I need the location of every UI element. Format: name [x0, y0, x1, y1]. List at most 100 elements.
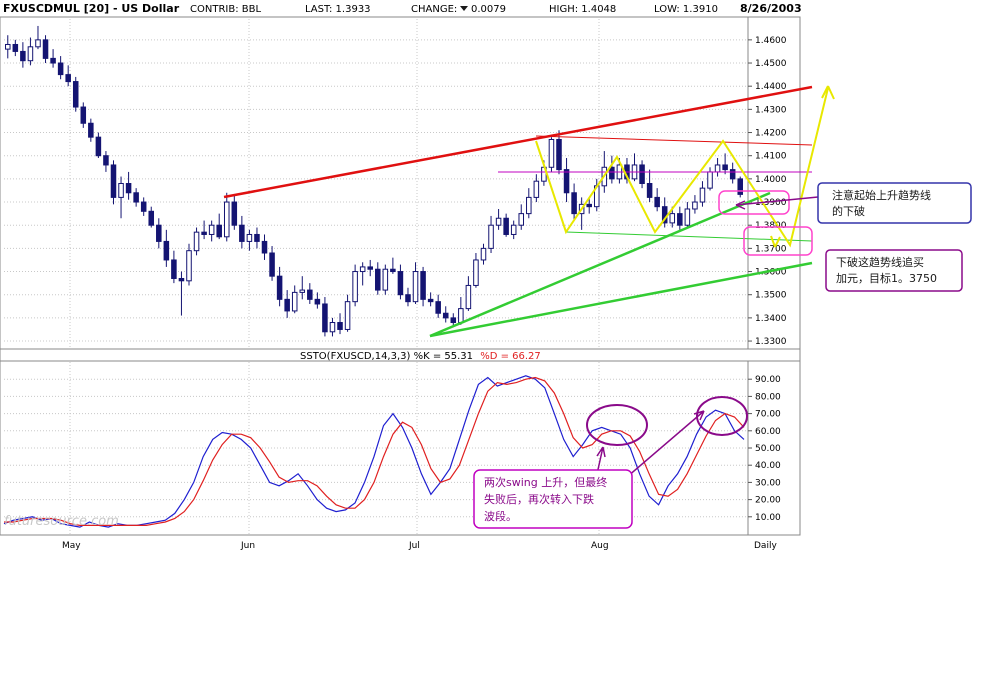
indicator-tick-label: 60.00	[755, 427, 781, 437]
candle-body-down	[314, 298, 321, 305]
candle-body-down	[337, 322, 343, 330]
price-tick-label: 1.3500	[755, 291, 787, 301]
candle-body-down	[503, 217, 509, 235]
note3-line-1: 两次swing 上升，但最终	[484, 475, 607, 489]
indicator-tick-label: 20.00	[755, 496, 781, 506]
frequency-label: Daily	[754, 541, 777, 551]
candle-body-down	[103, 155, 109, 166]
indicator-tick-label: 50.00	[755, 444, 781, 454]
note3-line-2: 失败后，再次转入下跌	[484, 492, 594, 506]
candle-body-down	[284, 298, 290, 312]
candle-body-up	[359, 266, 366, 273]
price-tick-label: 1.3800	[755, 221, 787, 231]
annotation-note-2: 下破这趋势线追买 加元，目标1。3750	[825, 249, 963, 292]
candle-body-down	[88, 122, 94, 138]
candle	[382, 264, 389, 295]
indicator-header-text: SSTO(FXUSCD,14,3,3) %K = 55.31 %D = 66.2…	[300, 351, 541, 362]
candle-body-down	[171, 259, 177, 279]
month-label-jun: Jun	[240, 541, 255, 551]
candle-body-down	[729, 169, 736, 180]
candle-body-up	[382, 268, 389, 291]
watermark: futuresource.com	[4, 514, 119, 529]
candle-body-down	[12, 43, 19, 52]
candle-body-down	[722, 164, 728, 171]
candle-body-down	[216, 224, 222, 238]
candle	[72, 76, 79, 112]
candle-body-down	[397, 271, 404, 296]
candle-body-up	[344, 301, 351, 330]
candle-body-up	[291, 291, 298, 312]
candle-body-up	[518, 213, 525, 226]
price-tick-label: 1.4400	[755, 82, 787, 92]
candle-body-down	[201, 231, 207, 235]
header-change-label: CHANGE:	[411, 4, 457, 15]
indicator-header-d: %D = 66.27	[480, 351, 541, 362]
candle-body-up	[699, 187, 706, 203]
note2-line-1: 下破这趋势线追买	[836, 255, 924, 269]
price-tick-label: 1.3400	[755, 314, 787, 324]
candle-body-up	[533, 180, 540, 198]
candle-body-up	[27, 46, 34, 62]
x-axis: May Jun Jul Aug Daily	[62, 541, 777, 551]
candle-body-down	[133, 192, 139, 203]
candle-body-down	[435, 301, 441, 314]
candle-body-up	[473, 259, 479, 286]
price-tick-label: 1.3300	[755, 337, 787, 347]
candle-body-down	[140, 201, 147, 212]
note2-line-2: 加元，目标1。3750	[836, 271, 937, 285]
candle-body-up	[692, 201, 698, 210]
candle-body-up	[707, 171, 713, 189]
candle-body-up	[208, 224, 215, 235]
candle-body-up	[118, 183, 124, 198]
candle-body-down	[367, 266, 373, 270]
candle-body-down	[609, 166, 615, 180]
candle-body-down	[20, 50, 26, 62]
candle-body-up	[412, 271, 419, 303]
candle-body-down	[737, 178, 743, 195]
candle-body-up	[186, 250, 192, 282]
candle-body-down	[125, 183, 132, 194]
candle-body-up	[223, 201, 230, 238]
candle-body-down	[269, 252, 275, 277]
candle-body-down	[639, 164, 645, 184]
note1-line-2: 的下破	[832, 204, 865, 218]
candle-body-down	[427, 298, 434, 303]
candle-body-down	[42, 39, 49, 59]
candle-body-down	[375, 268, 381, 291]
candle-body-down	[390, 268, 396, 273]
candle-body-up	[458, 308, 464, 324]
header-date: 8/26/2003	[740, 2, 802, 15]
candle-body-down	[571, 192, 577, 215]
candle	[639, 160, 645, 189]
candle-body-up	[329, 322, 336, 333]
yellow-arrow-up-icon	[821, 85, 835, 100]
indicator-tick-label: 80.00	[755, 392, 781, 402]
candle-body-down	[261, 240, 268, 254]
price-tick-label: 1.4300	[755, 105, 787, 115]
chart-root: FXUSCDMUL [20] - US Dollar CONTRIB: BBL …	[0, 2, 972, 551]
candle-body-down	[307, 289, 313, 300]
candle-body-down	[405, 294, 411, 303]
indicator-tick-label: 30.00	[755, 478, 781, 488]
price-tick-label: 1.4000	[755, 175, 787, 185]
price-tick-label: 1.4500	[755, 59, 787, 69]
candle-body-down	[420, 271, 426, 300]
header-change-value: 0.0079	[471, 4, 506, 15]
candle-body-down	[556, 138, 562, 171]
candle-body-down	[677, 213, 683, 226]
candle-body-up	[684, 208, 691, 226]
note1-line-1: 注意起始上升趋势线	[832, 188, 931, 202]
candle-body-down	[646, 183, 653, 198]
candle-body-down	[50, 57, 56, 64]
candle-body-up	[299, 289, 306, 293]
price-tick-label: 1.4100	[755, 152, 787, 162]
header-contrib: CONTRIB: BBL	[190, 4, 261, 15]
candle-body-down	[163, 240, 170, 261]
price-tick-label: 1.4600	[755, 36, 787, 46]
candle	[548, 137, 555, 172]
candle-body-down	[72, 81, 79, 108]
candle	[42, 35, 49, 64]
candle-body-down	[80, 106, 87, 124]
indicator-header-k: SSTO(FXUSCD,14,3,3) %K = 55.31	[300, 351, 473, 362]
price-tick-label: 1.3700	[755, 244, 787, 254]
